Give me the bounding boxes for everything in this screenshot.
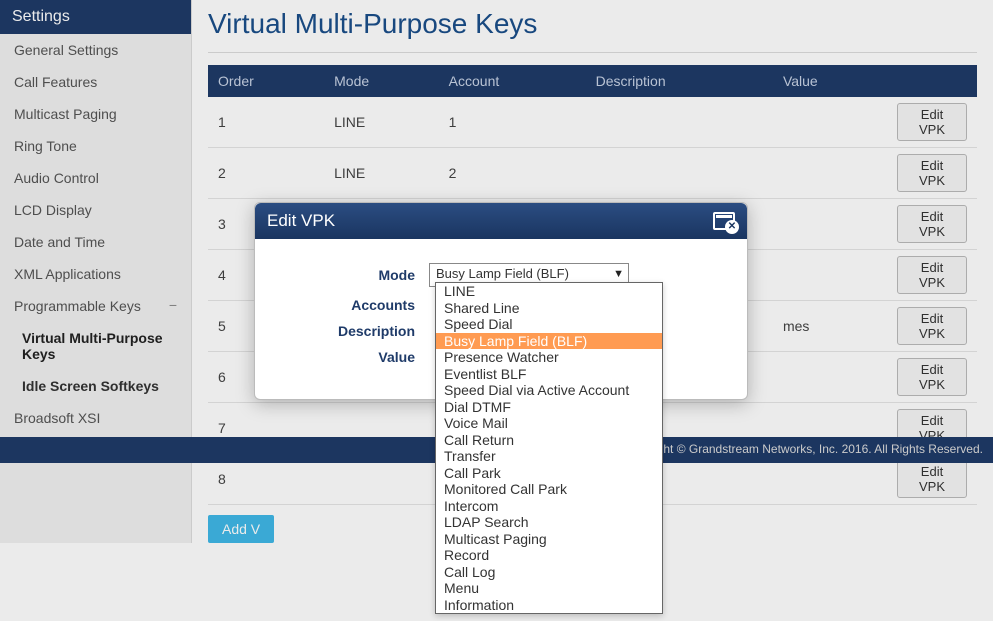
dialog-title: Edit VPK [267, 211, 335, 231]
cell-value [773, 250, 887, 301]
mode-label: Mode [279, 267, 429, 283]
mode-option[interactable]: Call Park [436, 465, 662, 482]
edit-vpk-button[interactable]: Edit VPK [897, 205, 967, 243]
mode-option[interactable]: Voice Mail [436, 415, 662, 432]
cell-mode: LINE [324, 148, 439, 199]
col-value: Value [773, 65, 887, 97]
edit-vpk-button[interactable]: Edit VPK [897, 103, 967, 141]
mode-option[interactable]: Eventlist BLF [436, 366, 662, 383]
cell-order: 2 [208, 148, 324, 199]
dialog-close-icon[interactable] [713, 212, 735, 230]
col-mode: Mode [324, 65, 439, 97]
sidebar-item[interactable]: General Settings [0, 34, 191, 66]
mode-option[interactable]: Busy Lamp Field (BLF) [436, 333, 662, 350]
divider [208, 52, 977, 53]
sidebar-item[interactable]: Audio Control [0, 162, 191, 194]
cell-value [773, 148, 887, 199]
edit-vpk-button[interactable]: Edit VPK [897, 358, 967, 396]
mode-option[interactable]: Speed Dial [436, 316, 662, 333]
mode-select-value: Busy Lamp Field (BLF) [436, 266, 569, 281]
cell-description [586, 148, 773, 199]
mode-option[interactable]: Record [436, 547, 662, 564]
col-account: Account [439, 65, 586, 97]
sidebar-item[interactable]: Virtual Multi-Purpose Keys [0, 322, 191, 370]
cell-description [586, 97, 773, 148]
mode-option[interactable]: Call Log [436, 564, 662, 581]
sidebar-item[interactable]: Ring Tone [0, 130, 191, 162]
col-order: Order [208, 65, 324, 97]
table-row: 2LINE2 Edit VPK [208, 148, 977, 199]
chevron-down-icon: ▼ [613, 268, 624, 280]
sidebar-item[interactable]: Call Features [0, 66, 191, 98]
edit-vpk-button[interactable]: Edit VPK [897, 154, 967, 192]
mode-option[interactable]: Multicast Paging [436, 531, 662, 548]
table-row: 1LINE1 Edit VPK [208, 97, 977, 148]
mode-option[interactable]: Menu [436, 580, 662, 597]
mode-option[interactable]: Presence Watcher [436, 349, 662, 366]
mode-option[interactable]: Information [436, 597, 662, 614]
mode-dropdown[interactable]: LINEShared LineSpeed DialBusy Lamp Field… [435, 282, 663, 614]
value-label: Value [279, 349, 429, 365]
cell-mode: LINE [324, 97, 439, 148]
sidebar-item[interactable]: LCD Display [0, 194, 191, 226]
mode-option[interactable]: Intercom [436, 498, 662, 515]
sidebar-item[interactable]: Idle Screen Softkeys [0, 370, 191, 402]
mode-option[interactable]: Dial DTMF [436, 399, 662, 416]
mode-option[interactable]: Call Return [436, 432, 662, 449]
cell-value [773, 97, 887, 148]
accounts-label: Accounts [279, 297, 429, 313]
mode-option[interactable]: LDAP Search [436, 514, 662, 531]
cell-order: 1 [208, 97, 324, 148]
col-description: Description [586, 65, 773, 97]
cell-value: mes [773, 301, 887, 352]
edit-vpk-button[interactable]: Edit VPK [897, 307, 967, 345]
add-vpk-button[interactable]: Add V [208, 515, 274, 543]
sidebar-item[interactable]: Programmable Keys− [0, 290, 191, 322]
mode-option[interactable]: Monitored Call Park [436, 481, 662, 498]
sidebar-item[interactable]: Multicast Paging [0, 98, 191, 130]
cell-account: 1 [439, 97, 586, 148]
mode-option[interactable]: LINE [436, 283, 662, 300]
edit-vpk-button[interactable]: Edit VPK [897, 256, 967, 294]
sidebar-item[interactable]: Broadsoft XSI [0, 402, 191, 434]
mode-option[interactable]: Shared Line [436, 300, 662, 317]
description-label: Description [279, 323, 429, 339]
sidebar-item[interactable]: XML Applications [0, 258, 191, 290]
sidebar-item[interactable]: Date and Time [0, 226, 191, 258]
collapse-icon[interactable]: − [169, 298, 177, 312]
edit-vpk-button[interactable]: Edit VPK [897, 460, 967, 498]
sidebar-header: Settings [0, 0, 191, 34]
cell-value [773, 352, 887, 403]
cell-account: 2 [439, 148, 586, 199]
page-title: Virtual Multi-Purpose Keys [208, 8, 977, 40]
cell-value [773, 199, 887, 250]
mode-option[interactable]: Speed Dial via Active Account [436, 382, 662, 399]
mode-option[interactable]: Transfer [436, 448, 662, 465]
